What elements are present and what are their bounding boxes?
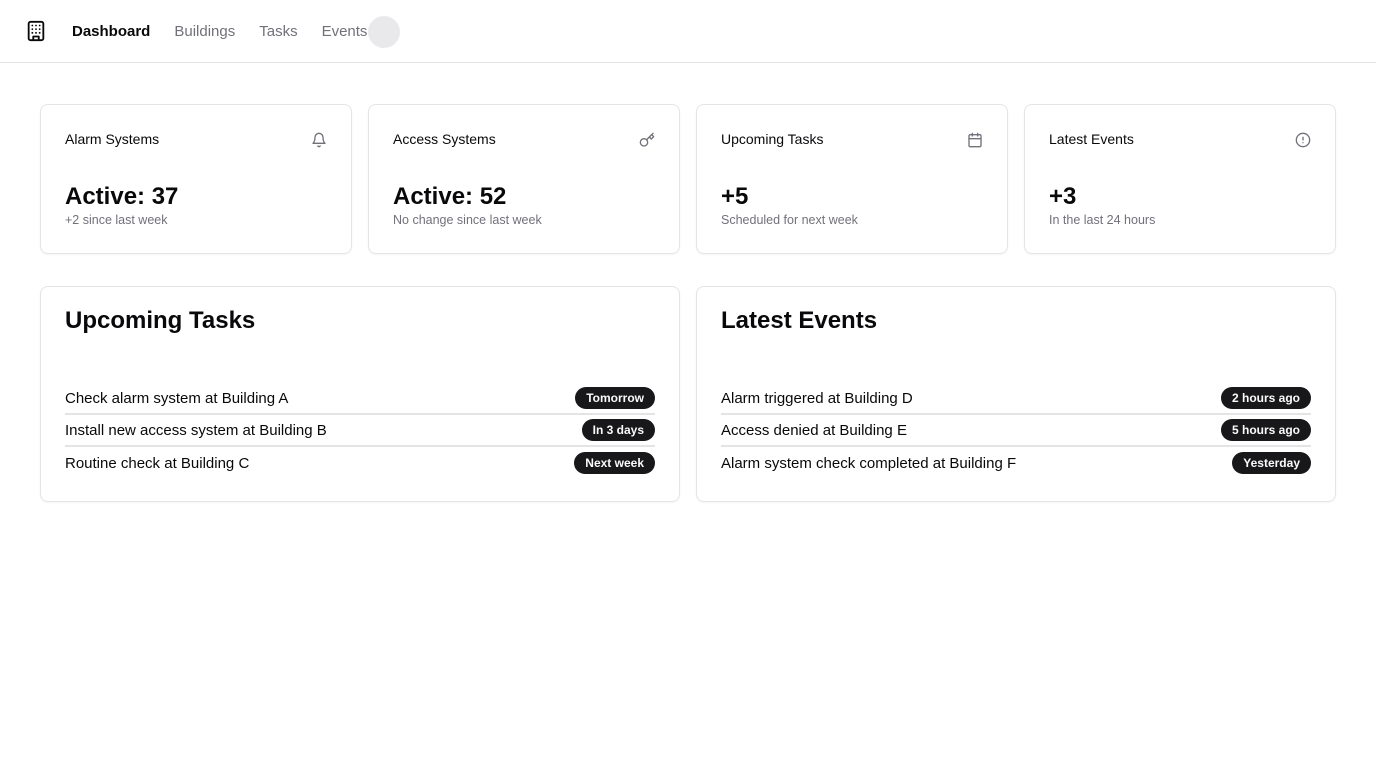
- user-avatar[interactable]: [368, 16, 400, 48]
- tasks-list: Check alarm system at Building A Tomorro…: [65, 383, 655, 479]
- stat-title: Upcoming Tasks: [721, 131, 824, 147]
- key-icon: [639, 132, 655, 147]
- events-list: Alarm triggered at Building D 2 hours ag…: [721, 383, 1311, 479]
- stat-title: Access Systems: [393, 131, 496, 147]
- list-item[interactable]: Alarm triggered at Building D 2 hours ag…: [721, 383, 1311, 415]
- stat-title: Alarm Systems: [65, 131, 160, 147]
- time-badge: 5 hours ago: [1220, 419, 1311, 441]
- building-icon[interactable]: [25, 20, 47, 42]
- stat-subtext: No change since last week: [393, 213, 542, 227]
- stat-subtext: +2 since last week: [65, 213, 168, 227]
- bell-icon: [312, 132, 326, 148]
- card-title: Upcoming Tasks: [65, 307, 256, 334]
- list-item[interactable]: Check alarm system at Building A Tomorro…: [65, 383, 655, 415]
- stat-card-access-systems: Access Systems Active: 52 No change sinc…: [368, 104, 680, 254]
- time-badge: Yesterday: [1232, 452, 1311, 474]
- list-item[interactable]: Routine check at Building C Next week: [65, 447, 655, 479]
- time-badge: 2 hours ago: [1220, 387, 1311, 409]
- stat-subtext: Scheduled for next week: [721, 213, 858, 227]
- list-item[interactable]: Alarm system check completed at Building…: [721, 447, 1311, 479]
- due-badge: In 3 days: [581, 419, 655, 441]
- stat-value: +3: [1049, 183, 1077, 210]
- event-text: Alarm system check completed at Building…: [721, 454, 1017, 472]
- stat-value: Active: 52: [393, 183, 507, 210]
- nav-tasks[interactable]: Tasks: [259, 23, 297, 40]
- card-title: Latest Events: [721, 307, 878, 334]
- nav-buildings[interactable]: Buildings: [174, 23, 235, 40]
- due-badge: Tomorrow: [575, 387, 655, 409]
- stat-card-upcoming-tasks: Upcoming Tasks +5 Scheduled for next wee…: [696, 104, 1008, 254]
- upcoming-tasks-card: Upcoming Tasks Check alarm system at Bui…: [40, 286, 680, 502]
- nav-dashboard[interactable]: Dashboard: [72, 23, 150, 40]
- calendar-icon: [968, 132, 982, 148]
- top-navigation-bar: Dashboard Buildings Tasks Events: [0, 0, 1376, 63]
- stat-card-alarm-systems: Alarm Systems Active: 37 +2 since last w…: [40, 104, 352, 254]
- task-text: Check alarm system at Building A: [65, 389, 289, 407]
- list-item[interactable]: Install new access system at Building B …: [65, 415, 655, 447]
- due-badge: Next week: [574, 452, 655, 474]
- stat-subtext: In the last 24 hours: [1049, 213, 1156, 227]
- event-text: Access denied at Building E: [721, 421, 907, 439]
- stat-value: +5: [721, 183, 749, 210]
- stat-title: Latest Events: [1049, 131, 1134, 147]
- nav-events[interactable]: Events: [322, 23, 368, 40]
- task-text: Routine check at Building C: [65, 454, 250, 472]
- task-text: Install new access system at Building B: [65, 421, 327, 439]
- main-nav: Dashboard Buildings Tasks Events: [72, 0, 391, 63]
- latest-events-card: Latest Events Alarm triggered at Buildin…: [696, 286, 1336, 502]
- list-item[interactable]: Access denied at Building E 5 hours ago: [721, 415, 1311, 447]
- event-text: Alarm triggered at Building D: [721, 389, 913, 407]
- stat-value: Active: 37: [65, 183, 179, 210]
- stat-card-latest-events: Latest Events +3 In the last 24 hours: [1024, 104, 1336, 254]
- alert-circle-icon: [1295, 132, 1311, 148]
